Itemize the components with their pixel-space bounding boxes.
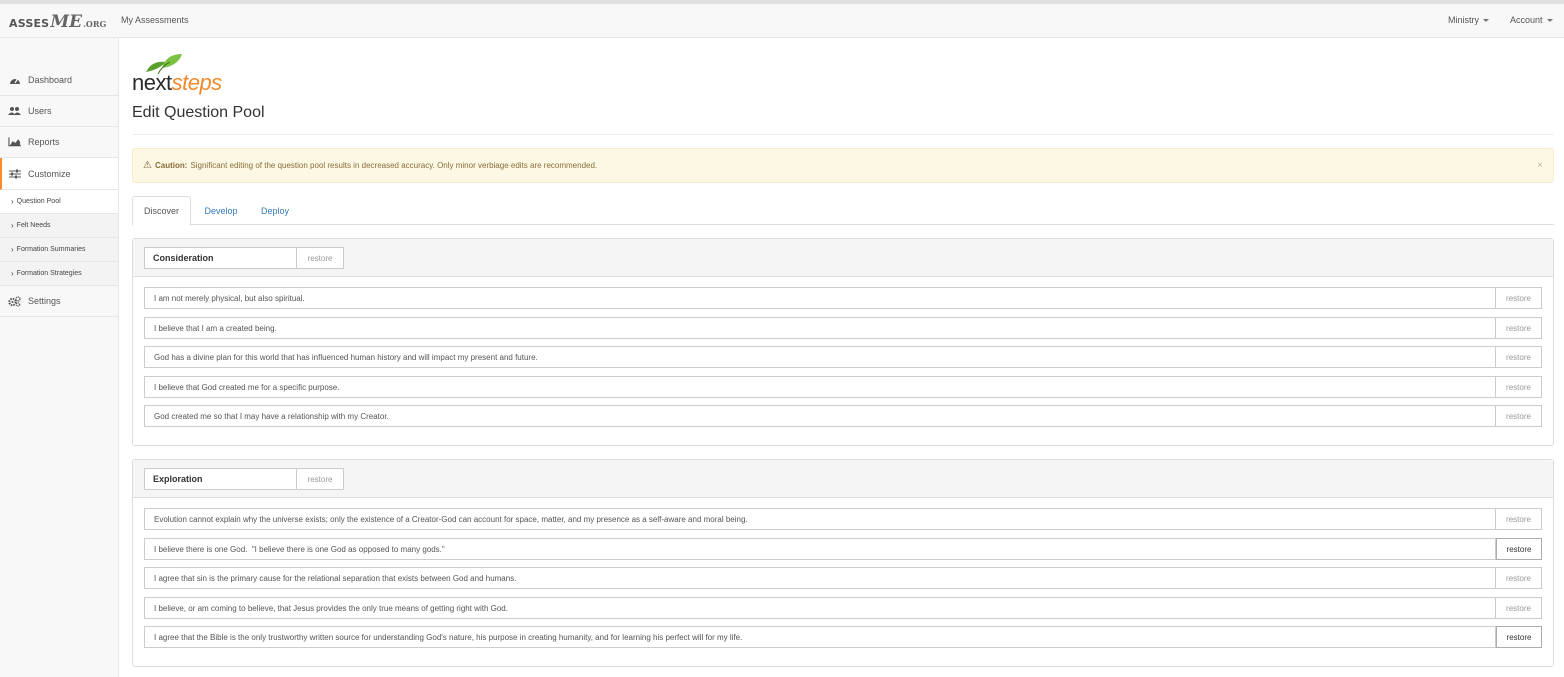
question-input[interactable]: God has a divine plan for this world tha… <box>144 346 1496 368</box>
sidebar-item-users[interactable]: Users <box>0 96 118 127</box>
top-navbar: ASSES ME .ORG My Assessments Ministry Ac… <box>0 0 1564 38</box>
logo-wordmark: nextsteps <box>132 70 222 96</box>
question-row: I believe, or am coming to believe, that… <box>144 597 1542 619</box>
restore-button[interactable]: restore <box>1496 538 1542 560</box>
caution-alert: ⚠ Caution: Significant editing of the qu… <box>132 148 1554 183</box>
question-input[interactable]: I agree that sin is the primary cause fo… <box>144 567 1496 589</box>
sidebar-item-reports[interactable]: Reports <box>0 127 118 158</box>
question-input[interactable]: I believe there is one God. "I believe t… <box>144 538 1496 560</box>
question-row: Evolution cannot explain why the univers… <box>144 508 1542 530</box>
restore-button[interactable]: restore <box>1496 346 1542 368</box>
panel-heading: Consideration restore <box>133 239 1553 277</box>
caret-down-icon <box>1546 19 1553 23</box>
sidebar-subitem-label: Question Pool <box>16 198 61 205</box>
restore-button[interactable]: restore <box>1496 567 1542 589</box>
group-restore-button[interactable]: restore <box>297 468 344 490</box>
question-row: I agree that the Bible is the only trust… <box>144 626 1542 648</box>
chevron-right-icon: › <box>11 221 14 230</box>
alert-strong: Caution: <box>154 161 188 170</box>
users-icon <box>8 105 21 117</box>
question-row: I am not merely physical, but also spiri… <box>144 287 1542 309</box>
group-name-input[interactable]: Consideration <box>144 247 297 269</box>
question-group-panel: Exploration restore Evolution cannot exp… <box>132 459 1554 667</box>
question-input[interactable]: I am not merely physical, but also spiri… <box>144 287 1496 309</box>
sidebar-item-dashboard[interactable]: Dashboard <box>0 65 118 96</box>
nav-ministry-dropdown[interactable]: Ministry <box>1448 15 1489 25</box>
restore-button[interactable]: restore <box>1496 317 1542 339</box>
group-name-input[interactable]: Exploration <box>144 468 297 490</box>
logo-word-steps: steps <box>171 70 223 95</box>
brand-part2: ME <box>50 12 83 32</box>
tab-bar: Discover Develop Deploy <box>132 196 1554 226</box>
chevron-right-icon: › <box>11 197 14 206</box>
tab-deploy[interactable]: Deploy <box>250 196 300 225</box>
warning-icon: ⚠ <box>143 160 152 171</box>
sliders-icon <box>8 168 21 180</box>
restore-button[interactable]: restore <box>1496 287 1542 309</box>
question-row: I believe that God created me for a spec… <box>144 376 1542 398</box>
question-input[interactable]: God created me so that I may have a rela… <box>144 405 1496 427</box>
alert-text: Significant editing of the question pool… <box>190 161 598 170</box>
sidebar-item-label: Settings <box>28 296 61 306</box>
chevron-right-icon: › <box>11 269 14 278</box>
nav-account-label: Account <box>1510 15 1543 25</box>
question-row: God created me so that I may have a rela… <box>144 405 1542 427</box>
question-row: God has a divine plan for this world tha… <box>144 346 1542 368</box>
close-icon[interactable]: × <box>1537 160 1543 171</box>
tab-develop[interactable]: Develop <box>194 196 248 225</box>
nav-account-dropdown[interactable]: Account <box>1510 15 1553 25</box>
page-title: Edit Question Pool <box>132 104 265 121</box>
question-row: I believe there is one God. "I believe t… <box>144 538 1542 560</box>
restore-button[interactable]: restore <box>1496 405 1542 427</box>
gears-icon <box>8 295 21 307</box>
question-input[interactable]: I believe that I am a created being. <box>144 317 1496 339</box>
sidebar-item-label: Reports <box>28 137 60 147</box>
caret-down-icon <box>1483 19 1489 23</box>
brand-part1: ASSES <box>9 17 50 30</box>
sidebar: Dashboard Users Reports Customize › Ques… <box>0 38 119 677</box>
sidebar-subitem-label: Formation Summaries <box>16 246 86 253</box>
brand-logo[interactable]: ASSES ME .ORG <box>9 12 106 32</box>
sidebar-item-customize[interactable]: Customize <box>0 158 118 190</box>
question-group-panel: Consideration restore I am not merely ph… <box>132 238 1554 446</box>
sidebar-item-label: Customize <box>28 168 71 179</box>
restore-button[interactable]: restore <box>1496 508 1542 530</box>
dashboard-icon <box>8 74 21 86</box>
question-input[interactable]: Evolution cannot explain why the univers… <box>144 508 1496 530</box>
sidebar-subitem-label: Felt Needs <box>16 222 51 229</box>
sidebar-subitem-question-pool[interactable]: › Question Pool <box>0 190 118 214</box>
chevron-right-icon: › <box>11 245 14 254</box>
question-row: I believe that I am a created being. res… <box>144 317 1542 339</box>
sidebar-subitem-label: Formation Strategies <box>16 270 82 277</box>
panel-heading: Exploration restore <box>133 460 1553 498</box>
restore-button[interactable]: restore <box>1496 626 1542 648</box>
nextsteps-logo: nextsteps <box>132 50 242 98</box>
sidebar-subitem-felt-needs[interactable]: › Felt Needs <box>0 214 118 238</box>
question-input[interactable]: I believe, or am coming to believe, that… <box>144 597 1496 619</box>
question-row: I agree that sin is the primary cause fo… <box>144 567 1542 589</box>
tab-discover[interactable]: Discover <box>132 196 191 226</box>
question-input[interactable]: I agree that the Bible is the only trust… <box>144 626 1496 648</box>
nav-ministry-label: Ministry <box>1448 15 1479 25</box>
logo-word-next: next <box>132 70 172 95</box>
nav-my-assessments[interactable]: My Assessments <box>121 15 189 25</box>
sidebar-subitem-formation-strategies[interactable]: › Formation Strategies <box>0 262 118 286</box>
brand-part3: .ORG <box>83 19 107 29</box>
area-chart-icon <box>8 136 21 148</box>
divider <box>132 134 1554 135</box>
sidebar-item-label: Users <box>28 106 52 116</box>
sidebar-item-label: Dashboard <box>28 75 73 85</box>
restore-button[interactable]: restore <box>1496 376 1542 398</box>
sidebar-subitem-formation-summaries[interactable]: › Formation Summaries <box>0 238 118 262</box>
question-input[interactable]: I believe that God created me for a spec… <box>144 376 1496 398</box>
group-restore-button[interactable]: restore <box>297 247 344 269</box>
sidebar-item-settings[interactable]: Settings <box>0 286 118 317</box>
restore-button[interactable]: restore <box>1496 597 1542 619</box>
